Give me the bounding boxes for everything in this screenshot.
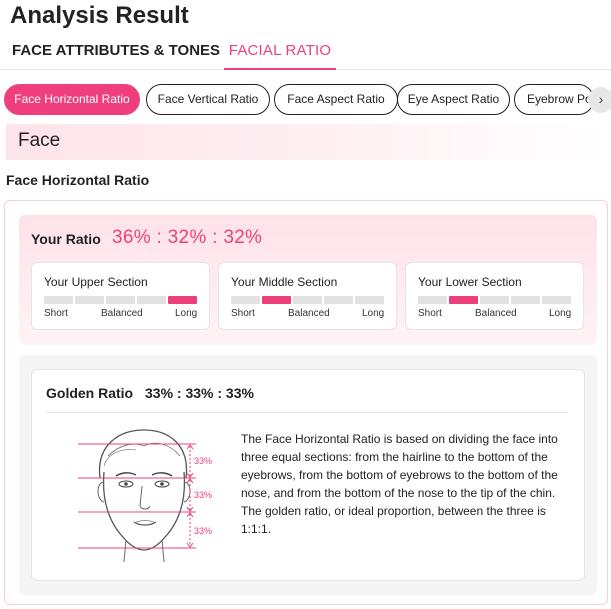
level-segment [137, 296, 166, 304]
chip-face-aspect-ratio[interactable]: Face Aspect Ratio [274, 84, 398, 115]
scale-long-label: Long [362, 308, 385, 319]
scale-balanced-label: Balanced [101, 308, 143, 319]
scale-long-label: Long [549, 308, 572, 319]
level-segment [168, 296, 197, 304]
scale-short-label: Short [418, 308, 442, 319]
tab-facial-ratio[interactable]: FACIAL RATIO [224, 42, 336, 70]
upper-section-level-bar [44, 296, 197, 304]
section-subtitle: Face Horizontal Ratio [6, 172, 150, 188]
golden-ratio-label: Golden Ratio [46, 385, 134, 401]
level-segment [355, 296, 384, 304]
level-segment [44, 296, 73, 304]
level-segment [106, 296, 135, 304]
level-segment [324, 296, 353, 304]
chip-eye-aspect-ratio[interactable]: Eye Aspect Ratio [397, 84, 510, 115]
golden-ratio-description: The Face Horizontal Ratio is based on di… [241, 432, 558, 536]
page-title: Analysis Result [10, 2, 189, 29]
upper-section-title: Your Upper Section [44, 275, 148, 289]
ratio-chip-row: Face Horizontal Ratio Face Vertical Rati… [4, 84, 611, 116]
scale-long-label: Long [175, 308, 198, 319]
level-segment [449, 296, 478, 304]
upper-section-card: Your Upper Section Short Balanced Long [31, 262, 210, 330]
scale-balanced-label: Balanced [475, 308, 517, 319]
chevron-right-icon[interactable]: › [588, 87, 611, 113]
your-ratio-label: Your Ratio [31, 231, 101, 247]
level-segment [542, 296, 571, 304]
scale-balanced-label: Balanced [288, 308, 330, 319]
scale-short-label: Short [231, 308, 255, 319]
level-segment [262, 296, 291, 304]
level-segment [231, 296, 260, 304]
ratio-result-panel: Your Ratio 36% : 32% : 32% Your Upper Se… [4, 200, 608, 605]
face-proportion-illustration: 33% 33% 33% [78, 429, 212, 562]
your-ratio-value: 36% : 32% : 32% [112, 227, 263, 248]
divider [46, 412, 568, 413]
section-heading-bar: Face [6, 124, 606, 160]
tab-face-attributes-tones[interactable]: FACE ATTRIBUTES & TONES [12, 42, 220, 67]
tab-bar: FACE ATTRIBUTES & TONES FACIAL RATIO [0, 40, 611, 70]
level-segment [75, 296, 104, 304]
level-segment [480, 296, 509, 304]
lower-section-title: Your Lower Section [418, 275, 522, 289]
level-segment [511, 296, 540, 304]
middle-section-level-bar [231, 296, 384, 304]
section-heading: Face [18, 130, 61, 151]
level-segment [293, 296, 322, 304]
middle-section-card: Your Middle Section Short Balanced Long [218, 262, 397, 330]
your-ratio-box: Your Ratio 36% : 32% : 32% Your Upper Se… [19, 215, 597, 345]
chip-face-horizontal-ratio[interactable]: Face Horizontal Ratio [4, 84, 140, 115]
upper-third-label: 33% [194, 456, 212, 466]
lower-third-label: 33% [194, 526, 212, 536]
golden-ratio-value: 33% : 33% : 33% [145, 385, 254, 401]
lower-section-level-bar [418, 296, 571, 304]
lower-section-card: Your Lower Section Short Balanced Long [405, 262, 584, 330]
level-segment [418, 296, 447, 304]
golden-ratio-section: Golden Ratio 33% : 33% : 33% 33% 33% 33%… [19, 355, 597, 595]
golden-ratio-card: Golden Ratio 33% : 33% : 33% 33% 33% 33%… [31, 369, 585, 581]
middle-third-label: 33% [194, 490, 212, 500]
middle-section-title: Your Middle Section [231, 275, 338, 289]
chip-face-vertical-ratio[interactable]: Face Vertical Ratio [146, 84, 270, 115]
scale-short-label: Short [44, 308, 68, 319]
chip-eyebrow-position[interactable]: Eyebrow Po [514, 84, 594, 115]
